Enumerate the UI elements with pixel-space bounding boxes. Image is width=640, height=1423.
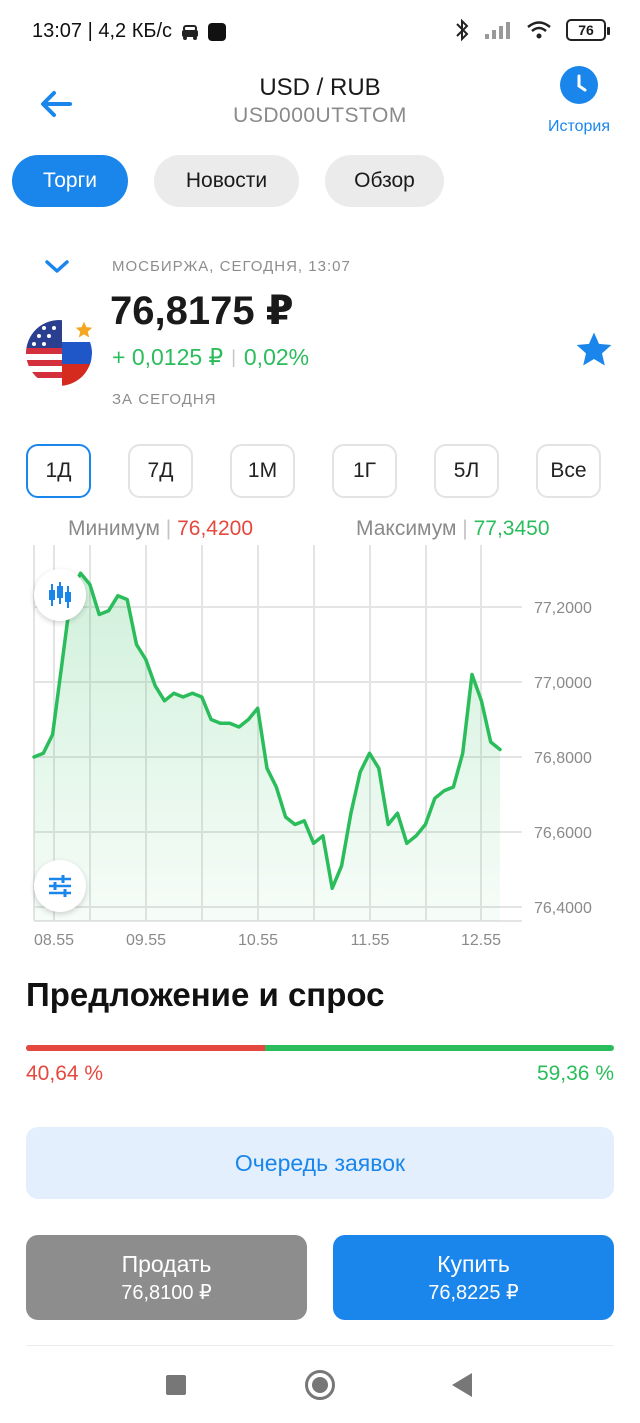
back-triangle-icon[interactable] bbox=[452, 1373, 472, 1397]
recents-icon[interactable] bbox=[166, 1375, 186, 1395]
x-tick-label: 09.55 bbox=[126, 932, 166, 949]
period-1m[interactable]: 1М bbox=[230, 444, 295, 498]
candlestick-icon bbox=[49, 582, 71, 608]
min-separator: | bbox=[165, 517, 172, 540]
exchange-timestamp: МОСБИРЖА, СЕГОДНЯ, 13:07 bbox=[112, 258, 351, 275]
period-all[interactable]: Все bbox=[536, 444, 601, 498]
notification-icon bbox=[208, 22, 227, 41]
tab-trading[interactable]: Торги bbox=[12, 155, 128, 207]
divider bbox=[26, 1345, 614, 1346]
sell-price: 76,8100 ₽ bbox=[121, 1281, 212, 1304]
status-left: 13:07 | 4,2 КБ/с bbox=[32, 20, 227, 43]
sell-button[interactable]: Продать 76,8100 ₽ bbox=[26, 1235, 307, 1320]
header: USD / RUB USD000UTSTOM История bbox=[0, 66, 640, 146]
status-bar: 13:07 | 4,2 КБ/с 76 bbox=[0, 0, 640, 66]
history-button[interactable]: История bbox=[538, 66, 620, 138]
chevron-down-icon[interactable] bbox=[44, 258, 70, 276]
maximum: Максимум | 77,3450 bbox=[356, 517, 550, 541]
y-tick-label: 77,0000 bbox=[534, 675, 592, 692]
x-tick-label: 08.55 bbox=[34, 932, 74, 949]
wifi-icon bbox=[527, 21, 551, 39]
supply-demand-title: Предложение и спрос bbox=[26, 976, 385, 1013]
status-right: 76 bbox=[454, 18, 610, 42]
price-area bbox=[34, 573, 500, 921]
x-tick-label: 11.55 bbox=[351, 932, 390, 949]
signal-icon bbox=[485, 22, 510, 39]
car-icon bbox=[182, 24, 199, 40]
period-7d[interactable]: 7Д bbox=[128, 444, 193, 498]
demand-percent: 59,36 % bbox=[536, 1062, 614, 1085]
minimum: Минимум | 76,4200 bbox=[68, 517, 253, 541]
buy-label: Купить bbox=[437, 1250, 510, 1277]
clock-icon bbox=[560, 66, 598, 104]
supply-percent: 40,64 % bbox=[26, 1062, 104, 1085]
period-1d[interactable]: 1Д bbox=[26, 444, 91, 498]
chart-settings-button[interactable] bbox=[34, 860, 86, 912]
min-value: 76,4200 bbox=[177, 517, 254, 540]
favorite-badge-icon bbox=[72, 318, 96, 342]
period-1y[interactable]: 1Г bbox=[332, 444, 397, 498]
quote-block: МОСБИРЖА, СЕГОДНЯ, 13:07 76,8175 ₽ + 0,0… bbox=[0, 250, 640, 420]
chart-svg: 77,2000 77,0000 76,8000 76,6000 76,4000 08.55… bbox=[32, 545, 592, 949]
price-chart[interactable]: 77,2000 77,0000 76,8000 76,6000 76,4000 08.55… bbox=[0, 545, 640, 955]
supply-segment bbox=[26, 1045, 265, 1051]
max-label: Максимум bbox=[356, 517, 457, 540]
current-price: 76,8175 ₽ bbox=[110, 289, 294, 333]
buy-price: 76,8225 ₽ bbox=[428, 1281, 519, 1304]
y-tick-label: 76,4000 bbox=[534, 900, 592, 917]
battery-icon: 76 bbox=[566, 19, 610, 41]
buy-button[interactable]: Купить 76,8225 ₽ bbox=[333, 1235, 614, 1320]
sell-label: Продать bbox=[121, 1250, 212, 1277]
tab-bar: Торги Новости Обзор bbox=[12, 155, 444, 207]
star-icon[interactable] bbox=[574, 330, 614, 370]
tab-news[interactable]: Новости bbox=[154, 155, 299, 207]
system-nav-bar bbox=[0, 1360, 640, 1410]
status-time-speed: 13:07 | 4,2 КБ/с bbox=[32, 20, 173, 42]
change-percent: 0,02% bbox=[243, 344, 310, 370]
change-absolute: + 0,0125 ₽ bbox=[112, 344, 224, 370]
y-tick-label: 76,8000 bbox=[534, 750, 592, 767]
order-book-button[interactable]: Очередь заявок bbox=[26, 1127, 614, 1199]
x-tick-label: 10.55 bbox=[238, 932, 278, 949]
change-separator: | bbox=[231, 347, 236, 367]
home-icon[interactable] bbox=[305, 1370, 335, 1400]
supply-demand-bar bbox=[26, 1045, 614, 1051]
period-5y[interactable]: 5Л bbox=[434, 444, 499, 498]
range-summary: Минимум | 76,4200 Максимум | 77,3450 bbox=[0, 515, 640, 545]
candlestick-toggle-button[interactable] bbox=[34, 569, 86, 621]
max-separator: | bbox=[462, 517, 468, 540]
sliders-icon bbox=[49, 875, 71, 897]
period-selector: 1Д 7Д 1М 1Г 5Л Все bbox=[26, 444, 601, 498]
y-tick-label: 77,2000 bbox=[534, 600, 592, 617]
price-change: + 0,0125 ₽ | 0,02% bbox=[112, 344, 309, 371]
min-label: Минимум bbox=[68, 517, 160, 540]
x-tick-label: 12.55 bbox=[461, 932, 501, 949]
period-label: ЗА СЕГОДНЯ bbox=[112, 391, 217, 408]
y-tick-label: 76,6000 bbox=[534, 825, 592, 842]
history-label: История bbox=[547, 118, 611, 135]
bluetooth-icon bbox=[456, 18, 469, 42]
tab-overview[interactable]: Обзор bbox=[325, 155, 444, 207]
max-value: 77,3450 bbox=[473, 517, 550, 540]
